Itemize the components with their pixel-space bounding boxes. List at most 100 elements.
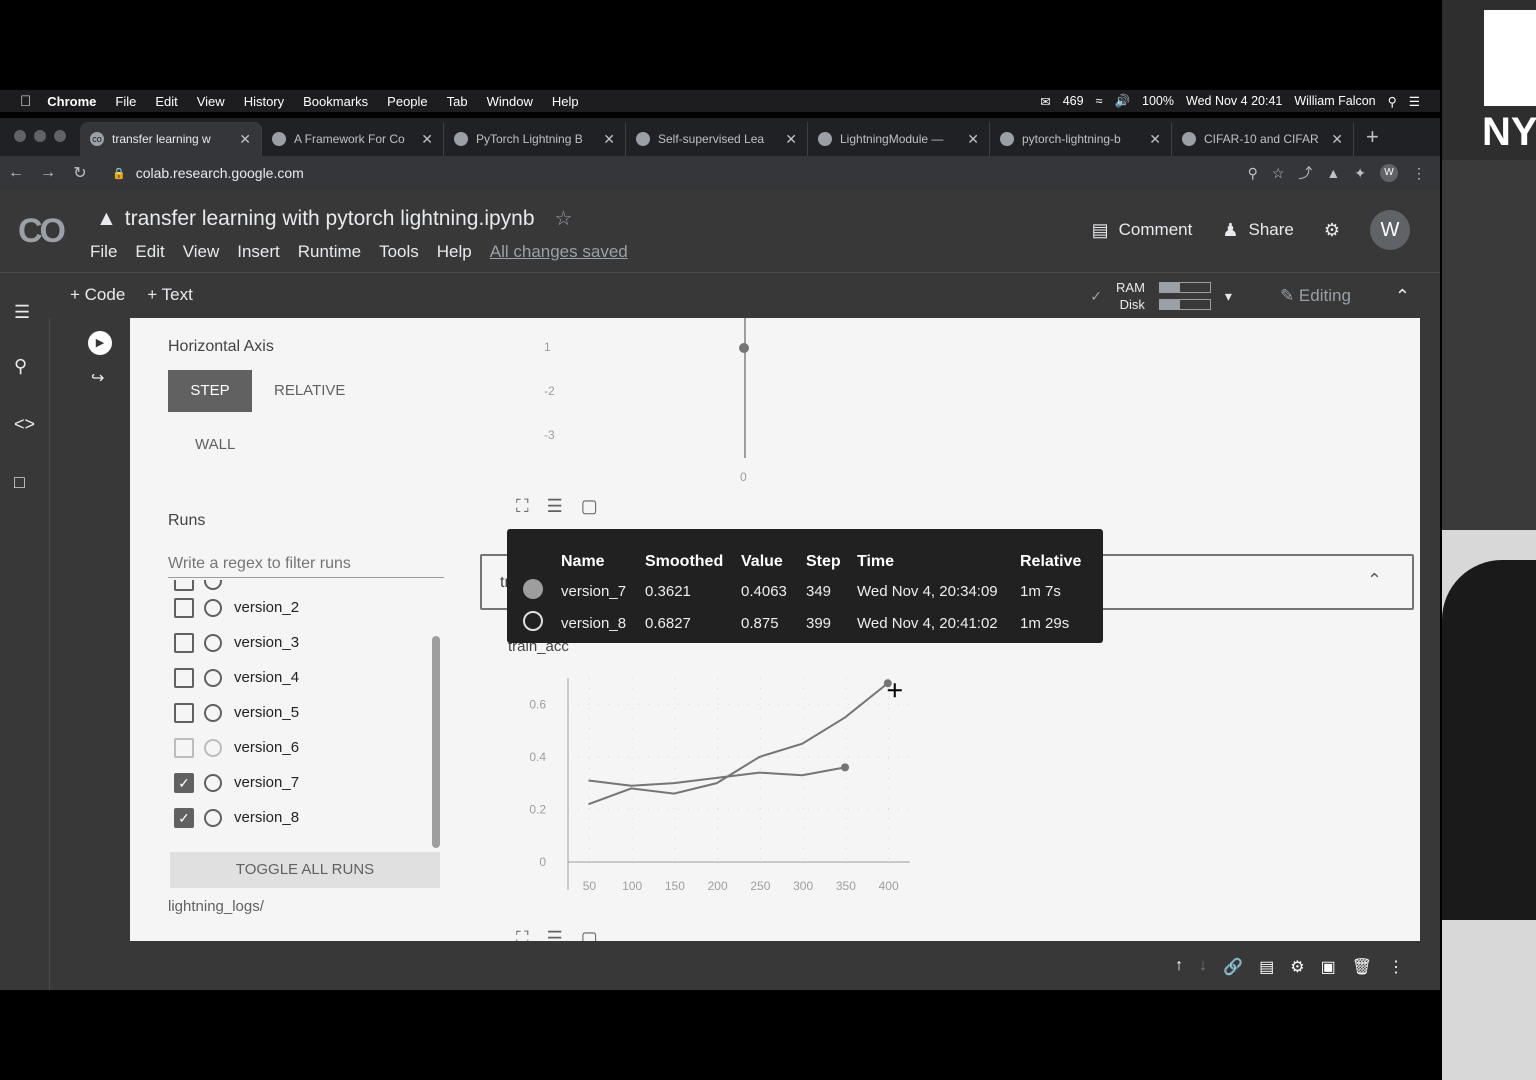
notebook-scrollbar[interactable] [1420, 318, 1440, 941]
resources-dropdown-icon[interactable]: ▾ [1225, 288, 1232, 305]
menu-bookmarks[interactable]: Bookmarks [303, 94, 368, 109]
move-up-icon[interactable]: ↑ [1175, 957, 1183, 977]
profile-avatar[interactable]: W [1380, 164, 1398, 182]
run-checkbox[interactable] [174, 737, 194, 758]
fit-domain-icon[interactable]: ▢ [581, 496, 598, 517]
menu-help[interactable]: Help [552, 94, 579, 109]
more-options-icon[interactable]: ⋮ [1388, 957, 1404, 977]
save-status-link[interactable]: All changes saved [490, 242, 628, 262]
toggle-log-scale-icon[interactable]: ☰ [547, 928, 563, 941]
collapse-header-icon[interactable]: ⌃ [1395, 286, 1410, 307]
kebab-menu-icon[interactable]: ⋮ [1412, 165, 1426, 182]
back-arrow-icon[interactable]: ← [0, 164, 32, 182]
resource-meters[interactable] [1158, 282, 1211, 310]
clock[interactable]: Wed Nov 4 20:41 [1186, 94, 1282, 108]
run-color-swatch[interactable] [204, 703, 222, 722]
close-tab-icon[interactable]: ✕ [785, 131, 797, 148]
fullscreen-icon[interactable]: ⛶ [516, 928, 529, 941]
train-acc-chart[interactable]: 0 0.2 0.4 0.6 50 100 150 200 250 300 350 400 [500, 658, 920, 908]
settings-gear-icon[interactable]: ⚙ [1290, 957, 1304, 977]
move-down-icon[interactable]: ↓ [1199, 957, 1207, 977]
new-tab-button[interactable]: + [1354, 124, 1391, 156]
run-checkbox[interactable] [174, 580, 194, 591]
run-checkbox[interactable] [174, 632, 194, 653]
star-icon[interactable]: ☆ [555, 206, 573, 231]
browser-tab[interactable]: pytorch-lightning-b ✕ [990, 122, 1172, 156]
close-tab-icon[interactable]: ✕ [1331, 131, 1343, 148]
editing-mode-button[interactable]: ✎ Editing [1280, 286, 1351, 306]
table-of-contents-icon[interactable]: ☰ [14, 302, 30, 323]
run-cell-button[interactable]: ▶ [88, 331, 112, 355]
close-tab-icon[interactable]: ✕ [967, 131, 979, 148]
menu-insert[interactable]: Insert [237, 242, 280, 262]
run-color-swatch[interactable] [204, 773, 222, 792]
browser-tab[interactable]: PyTorch Lightning B ✕ [444, 122, 626, 156]
delete-trash-icon[interactable]: 🗑 [1352, 957, 1372, 977]
extension-icon[interactable]: ⤴ [1298, 163, 1312, 183]
maximize-window-button[interactable] [54, 130, 66, 142]
bookmark-star-icon[interactable]: ☆ [1272, 165, 1285, 182]
menu-runtime[interactable]: Runtime [298, 242, 361, 262]
comment-button[interactable]: ▤ Comment [1092, 220, 1193, 241]
run-list-scrollbar[interactable] [432, 636, 440, 848]
mail-icon[interactable]: ✉ [1040, 94, 1050, 109]
output-actions-icon[interactable]: ↪ [91, 368, 104, 388]
browser-tab[interactable]: A Framework For Co ✕ [262, 122, 444, 156]
run-checkbox[interactable] [174, 667, 194, 688]
reload-icon[interactable]: ↻ [64, 163, 96, 183]
toggle-all-runs-button[interactable]: TOGGLE ALL RUNS [170, 852, 440, 888]
files-folder-icon[interactable]: □ [14, 472, 25, 493]
menu-file[interactable]: File [115, 94, 136, 109]
menu-app-chrome[interactable]: Chrome [47, 94, 96, 109]
puzzle-extensions-icon[interactable]: ✦ [1354, 165, 1366, 182]
mirror-cell-icon[interactable]: ▣ [1321, 957, 1336, 977]
spotlight-search-icon[interactable]: ⚲ [1388, 94, 1397, 109]
browser-tab[interactable]: LightningModule — ✕ [808, 122, 990, 156]
run-color-swatch[interactable] [204, 598, 222, 617]
close-window-button[interactable] [14, 130, 26, 142]
minimize-window-button[interactable] [34, 130, 46, 142]
menu-view[interactable]: View [183, 242, 220, 262]
close-tab-icon[interactable]: ✕ [603, 131, 615, 148]
menu-tools[interactable]: Tools [379, 242, 419, 262]
run-color-swatch[interactable] [204, 668, 222, 687]
menu-edit[interactable]: Edit [135, 242, 164, 262]
share-button[interactable]: ♟ Share [1222, 220, 1294, 241]
browser-tab[interactable]: CIFAR-10 and CIFAR ✕ [1172, 122, 1354, 156]
axis-relative-button[interactable]: RELATIVE [274, 382, 345, 399]
browser-tab[interactable]: co transfer learning w ✕ [80, 122, 262, 156]
run-checkbox[interactable] [174, 702, 194, 723]
menu-people[interactable]: People [387, 94, 427, 109]
run-checkbox-checked[interactable]: ✓ [174, 807, 194, 828]
colab-logo[interactable]: CO [18, 212, 66, 251]
zoom-icon[interactable]: ⚲ [1248, 165, 1258, 182]
account-avatar[interactable]: W [1370, 210, 1410, 250]
run-color-swatch[interactable] [204, 808, 222, 827]
run-color-swatch[interactable] [204, 580, 222, 590]
axis-wall-button[interactable]: WALL [195, 436, 235, 453]
fit-domain-icon[interactable]: ▢ [581, 928, 598, 941]
run-checkbox[interactable] [174, 597, 194, 618]
menu-help[interactable]: Help [437, 242, 472, 262]
menu-window[interactable]: Window [487, 94, 533, 109]
menu-tab[interactable]: Tab [447, 94, 468, 109]
close-tab-icon[interactable]: ✕ [421, 131, 433, 148]
run-color-swatch[interactable] [204, 633, 222, 652]
run-color-swatch[interactable] [204, 738, 222, 757]
browser-tab[interactable]: Self-supervised Lea ✕ [626, 122, 808, 156]
menu-history[interactable]: History [244, 94, 284, 109]
notification-center-icon[interactable]: ☰ [1409, 94, 1420, 109]
menu-file[interactable]: File [90, 242, 117, 262]
lock-icon[interactable]: 🔒 [112, 167, 126, 180]
code-snippets-icon[interactable]: <> [14, 414, 35, 435]
menu-view[interactable]: View [197, 94, 225, 109]
wifi-icon[interactable]: ≈ [1096, 94, 1103, 108]
axis-step-button[interactable]: STEP [168, 370, 252, 412]
forward-arrow-icon[interactable]: → [32, 164, 64, 182]
close-tab-icon[interactable]: ✕ [1149, 131, 1161, 148]
notebook-name[interactable]: transfer learning with pytorch lightning… [125, 207, 535, 231]
link-icon[interactable]: 🔗 [1223, 957, 1243, 977]
search-icon[interactable]: ⚲ [14, 356, 27, 377]
run-filter-input[interactable] [168, 550, 444, 578]
comment-icon[interactable]: ▤ [1259, 957, 1274, 977]
